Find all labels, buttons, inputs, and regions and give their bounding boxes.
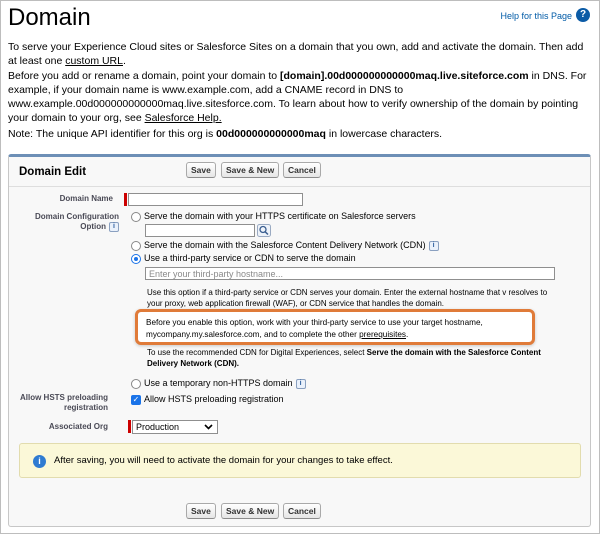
- hsts-label: Allow HSTS preloading registration: [19, 393, 108, 413]
- radio-salesforce-cdn[interactable]: [131, 241, 141, 251]
- prerequisites-link[interactable]: prerequisites: [359, 330, 406, 339]
- cdn-info-icon[interactable]: i: [428, 240, 439, 251]
- callout-text: Before you enable this option, work with…: [146, 318, 483, 339]
- activation-alert: i After saving, you will need to activat…: [19, 443, 581, 478]
- save-new-button-top[interactable]: Save & New: [221, 162, 280, 178]
- cdn-note-start: To use the recommended CDN for Digital E…: [147, 348, 367, 357]
- option-salesforce-cdn-label: Serve the domain with the Salesforce Con…: [144, 240, 439, 251]
- intro-p3-end: in lowercase characters.: [325, 128, 443, 140]
- cancel-button-top[interactable]: Cancel: [283, 162, 321, 178]
- save-button-top[interactable]: Save: [186, 162, 216, 178]
- domain-name-label: Domain Name: [59, 194, 113, 203]
- save-new-button-bottom[interactable]: Save & New: [221, 503, 280, 519]
- third-party-option-note: Use this option if a third-party service…: [147, 288, 548, 308]
- intro-p3-start: Note: The unique API identifier for this…: [8, 128, 217, 140]
- associated-org-label: Associated Org: [48, 422, 108, 431]
- info-icon: i: [33, 455, 46, 468]
- cancel-button-bottom[interactable]: Cancel: [283, 503, 321, 519]
- panel-title: Domain Edit: [19, 166, 87, 178]
- option-temporary-domain-label: Use a temporary non-HTTPS domain i: [144, 378, 306, 389]
- intro-paragraph-2: Before you add or rename a domain, point…: [8, 69, 593, 125]
- intro-p1-end: .: [122, 55, 126, 67]
- prerequisites-callout-text: Before you enable this option, work with…: [146, 317, 526, 341]
- radio-https-certificate[interactable]: [131, 212, 141, 222]
- domain-config-label-line2: Option: [80, 222, 106, 232]
- hsts-checkbox-label: Allow HSTS preloading registration: [144, 394, 284, 404]
- option-temporary-domain-text: Use a temporary non-HTTPS domain: [144, 378, 293, 388]
- third-party-hostname-input[interactable]: [145, 267, 555, 280]
- intro-p3-api-id: 00d000000000000maq: [216, 128, 326, 140]
- org-required-indicator: [128, 420, 131, 433]
- question-icon[interactable]: ?: [576, 8, 590, 22]
- domain-config-label-line1: Domain Configuration: [35, 212, 119, 221]
- option-salesforce-cdn-text: Serve the domain with the Salesforce Con…: [144, 240, 426, 250]
- radio-third-party-service[interactable]: [131, 254, 141, 264]
- callout-end: .: [406, 330, 409, 339]
- associated-org-select[interactable]: Production: [132, 420, 218, 434]
- salesforce-help-link[interactable]: Salesforce Help.: [145, 112, 222, 124]
- radio-temporary-domain[interactable]: [131, 379, 141, 389]
- hsts-label-line1: Allow HSTS preloading: [19, 393, 108, 402]
- temp-domain-info-icon[interactable]: i: [295, 378, 306, 389]
- domain-name-input[interactable]: [128, 193, 303, 206]
- associated-org-value: Production: [136, 422, 180, 432]
- save-button-bottom[interactable]: Save: [186, 503, 216, 519]
- option-https-certificate-label: Serve the domain with your HTTPS certifi…: [144, 211, 416, 221]
- panel-divider: [9, 186, 590, 187]
- alert-text: After saving, you will need to activate …: [54, 455, 393, 466]
- chevron-down-icon: [204, 422, 213, 434]
- prerequisites-callout: Before you enable this option, work with…: [135, 309, 535, 345]
- domain-config-label: Domain Configuration Option i: [19, 212, 119, 232]
- intro-p2-domain: [domain].00d000000000000maq.live.sitefor…: [280, 70, 529, 82]
- intro-paragraph-1: To serve your Experience Cloud sites or …: [8, 40, 593, 68]
- hsts-label-line2: registration: [63, 403, 108, 412]
- option-third-party-label: Use a third-party service or CDN to serv…: [144, 253, 356, 263]
- domain-edit-panel: Domain Edit Save Save & New Cancel Domai…: [8, 154, 591, 527]
- required-indicator: [124, 193, 127, 206]
- intro-paragraph-3: Note: The unique API identifier for this…: [8, 127, 593, 141]
- intro-p2-start: Before you add or rename a domain, point…: [8, 70, 280, 82]
- custom-url-link[interactable]: custom URL: [65, 55, 123, 67]
- help-link[interactable]: Help for this Page: [500, 11, 572, 21]
- hsts-checkbox[interactable]: ✓: [131, 395, 141, 405]
- certificate-lookup-input[interactable]: [145, 224, 255, 237]
- page-title: Domain: [8, 4, 91, 31]
- cdn-recommendation-note: To use the recommended CDN for Digital E…: [147, 347, 551, 369]
- lookup-magnifier-icon[interactable]: [257, 224, 271, 237]
- info-icon[interactable]: i: [109, 222, 119, 232]
